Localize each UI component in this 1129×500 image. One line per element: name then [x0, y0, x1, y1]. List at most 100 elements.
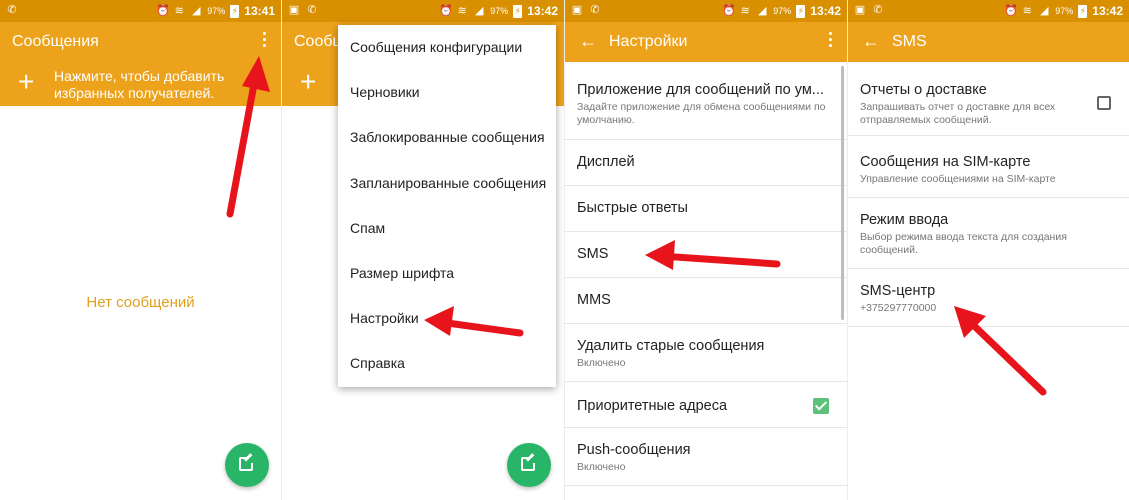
- quick-responses-title: Быстрые ответы: [577, 200, 688, 216]
- overflow-menu-icon[interactable]: [829, 32, 833, 52]
- signal-icon: ◢: [475, 5, 484, 17]
- compose-button[interactable]: [225, 443, 269, 487]
- list-item[interactable]: SMS: [565, 232, 847, 278]
- settings-list: Приложение для сообщений по ум... Задайт…: [565, 62, 847, 486]
- signal-icon: ◢: [758, 5, 767, 17]
- list-item[interactable]: Приложение для сообщений по ум... Задайт…: [565, 62, 847, 140]
- menu-item-help[interactable]: Справка: [338, 341, 556, 386]
- plus-icon: +: [300, 66, 317, 97]
- default-app-title: Приложение для сообщений по ум...: [577, 82, 824, 98]
- wifi-icon: ≋: [1022, 5, 1032, 17]
- screen-messages-menu: ▣ ✆ ⏰ ≋ ◢ 97% ⚡ 13:42 Сообщ + Сообщения …: [282, 0, 564, 500]
- compose-button[interactable]: [507, 443, 551, 487]
- push-messages-title: Push-сообщения: [577, 442, 691, 458]
- delivery-reports-checkbox[interactable]: [1097, 96, 1111, 110]
- input-mode-subtitle: Выбор режима ввода текста для создания с…: [860, 231, 1067, 256]
- menu-item-settings[interactable]: Настройки: [338, 296, 556, 341]
- priority-addresses-title: Приоритетные адреса: [577, 398, 728, 414]
- status-bar: ▣ ✆ ⏰ ≋ ◢ 97% ⚡ 13:42: [848, 0, 1129, 22]
- battery-icon: ⚡: [1078, 4, 1088, 18]
- list-item[interactable]: Сообщения на SIM-карте Управление сообще…: [848, 136, 1129, 198]
- wifi-icon: ≋: [174, 5, 184, 17]
- back-arrow-icon[interactable]: ←: [862, 31, 880, 52]
- status-time: 13:41: [244, 4, 275, 18]
- screen-settings: ▣ ✆ ⏰ ≋ ◢ 97% ⚡ 13:42 ← Настройки Прилож…: [565, 0, 847, 500]
- menu-item-font-size[interactable]: Размер шрифта: [338, 251, 556, 296]
- push-messages-subtitle: Включено: [577, 461, 626, 473]
- status-bar: ✆ ⏰ ≋ ◢ 97% ⚡ 13:41: [0, 0, 281, 22]
- alarm-icon: ⏰: [1004, 5, 1018, 17]
- page-title: Сообщения: [12, 33, 99, 50]
- overflow-menu: Сообщения конфигурации Черновики Заблоки…: [338, 25, 556, 387]
- input-mode-title: Режим ввода: [860, 212, 949, 228]
- menu-item-blocked[interactable]: Заблокированные сообщения: [338, 115, 556, 160]
- menu-item-config-messages[interactable]: Сообщения конфигурации: [338, 25, 556, 70]
- battery-percent: 97%: [207, 6, 226, 16]
- page-title: Настройки: [609, 33, 688, 50]
- whatsapp-icon: ✆: [307, 4, 317, 16]
- menu-item-scheduled[interactable]: Запланированные сообщения: [338, 161, 556, 206]
- status-bar: ▣ ✆ ⏰ ≋ ◢ 97% ⚡ 13:42: [565, 0, 847, 22]
- phone-icon: ✆: [7, 4, 17, 16]
- status-time: 13:42: [810, 4, 841, 18]
- app-bar: Сообщения: [0, 22, 281, 62]
- menu-item-drafts[interactable]: Черновики: [338, 70, 556, 115]
- signal-icon: ◢: [192, 5, 201, 17]
- plus-icon: +: [18, 66, 35, 97]
- empty-state-text: Нет сообщений: [86, 294, 195, 311]
- alarm-icon: ⏰: [156, 5, 170, 17]
- alarm-icon: ⏰: [439, 5, 453, 17]
- list-item[interactable]: SMS-центр +375297770000: [848, 269, 1129, 327]
- battery-percent: 97%: [490, 6, 509, 16]
- list-item[interactable]: MMS: [565, 278, 847, 324]
- screen-messages: ✆ ⏰ ≋ ◢ 97% ⚡ 13:41 Сообщения + Нажмите,…: [0, 0, 281, 500]
- sim-messages-subtitle: Управление сообщениями на SIM-карте: [860, 173, 1056, 185]
- battery-icon: ⚡: [796, 4, 806, 18]
- page-title: SMS: [892, 33, 927, 50]
- whatsapp-icon: ✆: [873, 4, 883, 16]
- list-item[interactable]: Дисплей: [565, 140, 847, 186]
- image-icon: ▣: [854, 4, 866, 16]
- list-item[interactable]: Режим ввода Выбор режима ввода текста дл…: [848, 198, 1129, 269]
- battery-icon: ⚡: [230, 4, 240, 18]
- scrollbar[interactable]: [841, 66, 844, 320]
- app-bar: ← Настройки: [565, 22, 847, 62]
- add-favorites-bar[interactable]: + Нажмите, чтобы добавить избранных полу…: [0, 62, 281, 106]
- list-item[interactable]: Удалить старые сообщения Включено: [565, 324, 847, 382]
- default-app-subtitle: Задайте приложение для обмена сообщениям…: [577, 101, 826, 126]
- list-item[interactable]: Приоритетные адреса: [565, 382, 847, 428]
- add-favorites-text: Нажмите, чтобы добавить избранных получа…: [54, 68, 225, 101]
- image-icon: ▣: [571, 4, 583, 16]
- battery-icon: ⚡: [513, 4, 523, 18]
- sms-settings-list: Отчеты о доставке Запрашивать отчет о до…: [848, 62, 1129, 327]
- delete-old-title: Удалить старые сообщения: [577, 338, 765, 354]
- status-time: 13:42: [527, 4, 558, 18]
- alarm-icon: ⏰: [722, 5, 736, 17]
- battery-percent: 97%: [1055, 6, 1074, 16]
- image-icon: ▣: [288, 4, 300, 16]
- sim-messages-title: Сообщения на SIM-карте: [860, 154, 1031, 170]
- status-bar: ▣ ✆ ⏰ ≋ ◢ 97% ⚡ 13:42: [282, 0, 564, 22]
- app-bar: ← SMS: [848, 22, 1129, 62]
- status-time: 13:42: [1092, 4, 1123, 18]
- sms-center-number: +375297770000: [860, 302, 937, 314]
- delivery-reports-subtitle: Запрашивать отчет о доставке для всех от…: [860, 101, 1056, 126]
- mms-title: MMS: [577, 292, 611, 308]
- priority-addresses-checkbox[interactable]: [813, 398, 829, 414]
- display-title: Дисплей: [577, 154, 635, 170]
- overflow-menu-icon[interactable]: [263, 32, 267, 52]
- menu-item-spam[interactable]: Спам: [338, 206, 556, 251]
- signal-icon: ◢: [1040, 5, 1049, 17]
- delete-old-subtitle: Включено: [577, 357, 626, 369]
- back-arrow-icon[interactable]: ←: [579, 31, 597, 52]
- wifi-icon: ≋: [740, 5, 750, 17]
- battery-percent: 97%: [773, 6, 792, 16]
- list-item[interactable]: Отчеты о доставке Запрашивать отчет о до…: [848, 62, 1129, 136]
- sms-center-title: SMS-центр: [860, 283, 936, 299]
- wifi-icon: ≋: [457, 5, 467, 17]
- screen-sms-settings: ▣ ✆ ⏰ ≋ ◢ 97% ⚡ 13:42 ← SMS Отчеты о дос…: [848, 0, 1129, 500]
- delivery-reports-title: Отчеты о доставке: [860, 82, 987, 98]
- list-item[interactable]: Push-сообщения Включено: [565, 428, 847, 486]
- list-item[interactable]: Быстрые ответы: [565, 186, 847, 232]
- sms-title: SMS: [577, 246, 609, 262]
